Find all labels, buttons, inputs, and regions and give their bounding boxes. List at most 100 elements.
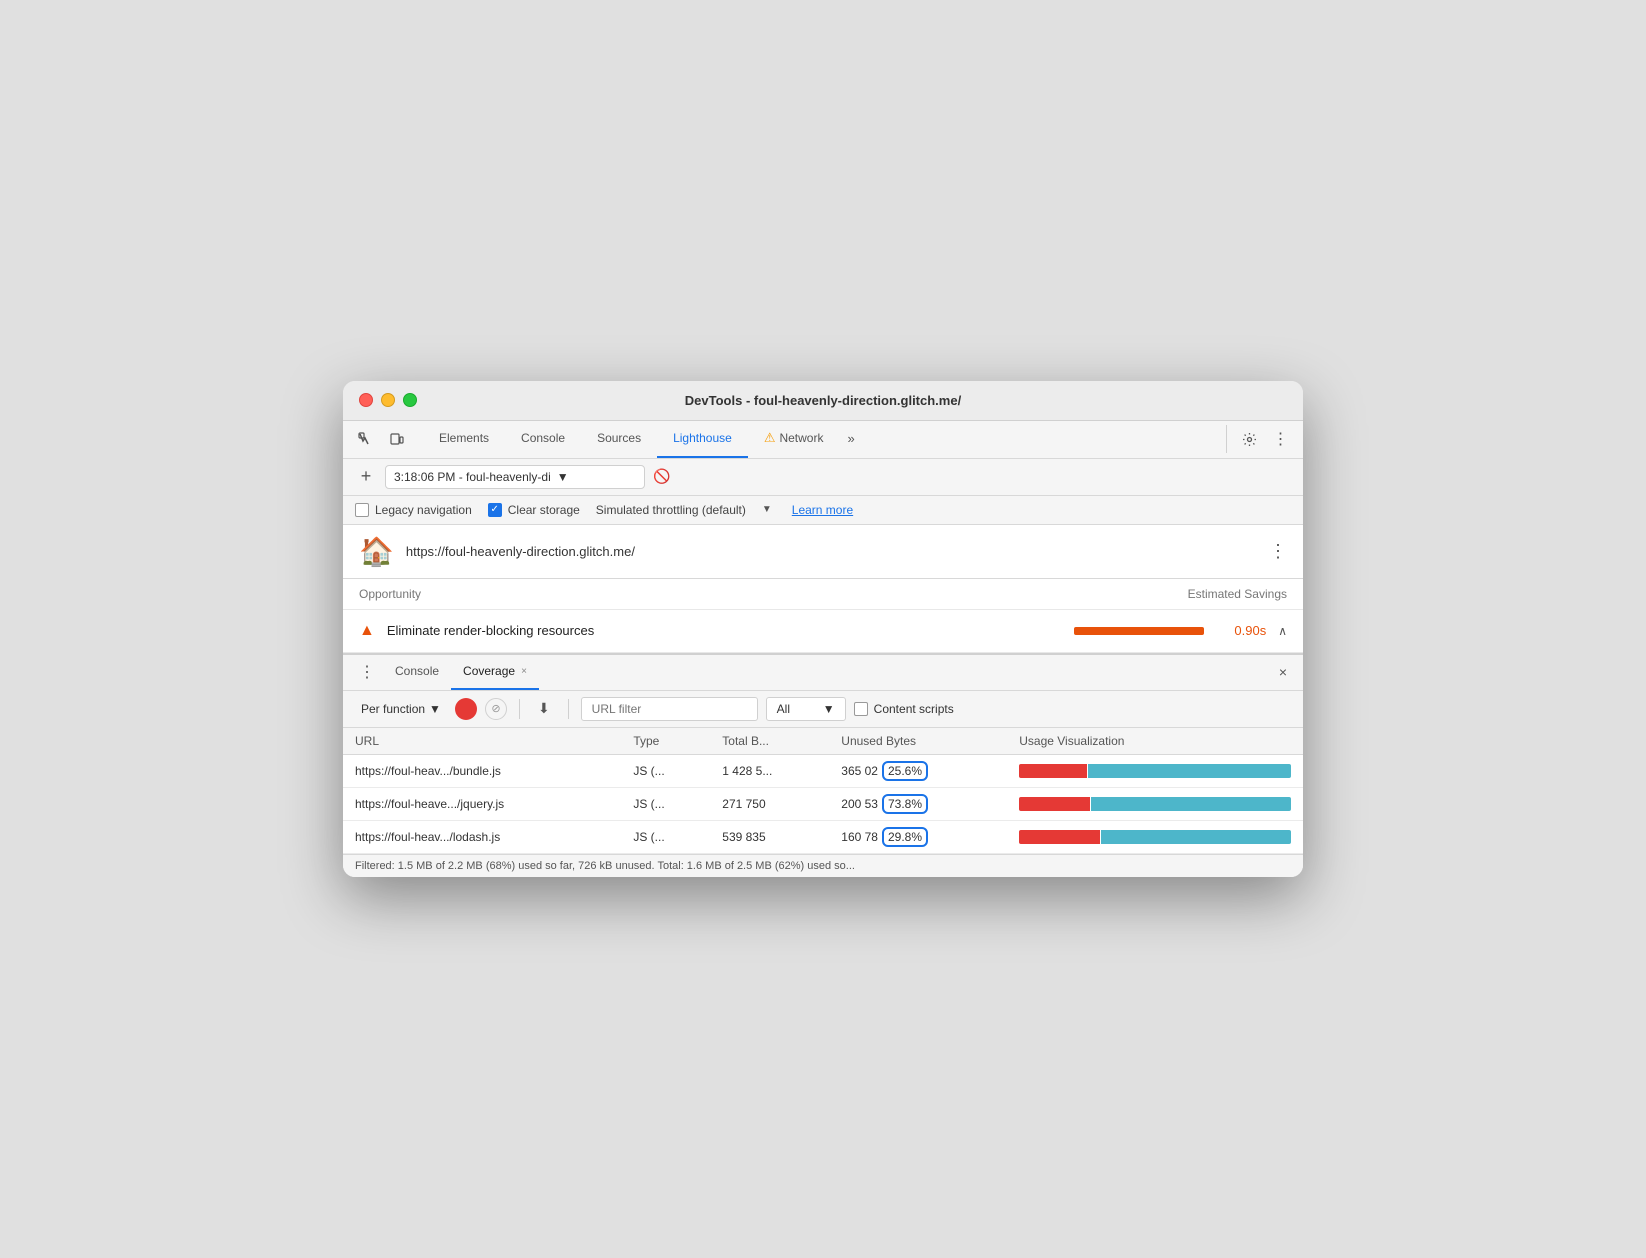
lighthouse-more-button[interactable]: ⋮ <box>1269 541 1287 562</box>
add-button[interactable]: + <box>355 466 377 487</box>
tab-sources[interactable]: Sources <box>581 421 657 458</box>
more-tabs-button[interactable]: » <box>839 421 862 458</box>
table-header: URL Type Total B... Unused Bytes Usage V… <box>343 728 1303 755</box>
cell-unused: 200 53 73.8% <box>829 788 1007 821</box>
opportunity-title: Eliminate render-blocking resources <box>387 623 1062 638</box>
unused-pct-value: 25.6% <box>882 761 928 781</box>
panel-tabs-bar: ⋮ Console Coverage × × <box>343 655 1303 691</box>
table-row[interactable]: https://foul-heave.../jquery.jsJS (...27… <box>343 788 1303 821</box>
cell-url: https://foul-heave.../jquery.js <box>343 788 621 821</box>
cell-total: 271 750 <box>710 788 829 821</box>
url-filter-input[interactable] <box>581 697 758 721</box>
network-tab-with-warning: ⚠ Network <box>764 430 824 446</box>
nav-tabs: Elements Console Sources Lighthouse ⚠ Ne… <box>415 421 1222 458</box>
col-unused: Unused Bytes <box>829 728 1007 755</box>
cell-total: 539 835 <box>710 821 829 854</box>
dropdown-arrow-icon[interactable]: ▼ <box>557 470 569 484</box>
separator <box>519 699 520 719</box>
table-row[interactable]: https://foul-heav.../lodash.jsJS (...539… <box>343 821 1303 854</box>
tab-elements[interactable]: Elements <box>423 421 505 458</box>
lighthouse-url-bar: 🏠 https://foul-heavenly-direction.glitch… <box>343 525 1303 579</box>
device-icon[interactable] <box>383 425 411 453</box>
table-row[interactable]: https://foul-heav.../bundle.jsJS (...1 4… <box>343 754 1303 788</box>
content-scripts-checkbox[interactable]: Content scripts <box>854 702 954 716</box>
unused-pct-value: 73.8% <box>882 794 928 814</box>
cell-type: JS (... <box>621 788 710 821</box>
unused-pct-value: 29.8% <box>882 827 928 847</box>
opportunity-label: Opportunity <box>359 587 421 601</box>
inspect-icon[interactable] <box>351 425 379 453</box>
panel-dots-icon[interactable]: ⋮ <box>351 662 383 682</box>
more-options-icon[interactable]: ⋮ <box>1267 425 1295 453</box>
lighthouse-icon: 🏠 <box>359 535 394 568</box>
minimize-button[interactable] <box>381 393 395 407</box>
col-type: Type <box>621 728 710 755</box>
window-title: DevTools - foul-heavenly-direction.glitc… <box>685 393 961 408</box>
clear-storage-label: Clear storage <box>508 503 580 517</box>
opportunity-time: 0.90s <box>1216 623 1266 638</box>
usage-bar <box>1019 797 1291 811</box>
panel-tab-coverage[interactable]: Coverage × <box>451 655 539 690</box>
traffic-lights <box>359 393 417 407</box>
simulated-throttling-label: Simulated throttling (default) <box>596 503 746 517</box>
learn-more-link[interactable]: Learn more <box>792 503 853 517</box>
settings-icon[interactable] <box>1235 425 1263 453</box>
url-input[interactable]: 3:18:06 PM - foul-heavenly-di ▼ <box>385 465 645 489</box>
col-total: Total B... <box>710 728 829 755</box>
coverage-table: URL Type Total B... Unused Bytes Usage V… <box>343 728 1303 855</box>
per-function-dropdown[interactable]: Per function ▼ <box>355 699 447 719</box>
all-dropdown-arrow-icon: ▼ <box>823 702 835 716</box>
usage-bar <box>1019 830 1291 844</box>
close-button[interactable] <box>359 393 373 407</box>
cell-total: 1 428 5... <box>710 754 829 788</box>
coverage-toolbar: Per function ▼ ⊘ ⬇ All ▼ Content scripts <box>343 691 1303 728</box>
cell-type: JS (... <box>621 754 710 788</box>
opportunity-header: Opportunity Estimated Savings <box>343 579 1303 610</box>
content-scripts-label: Content scripts <box>874 702 954 716</box>
maximize-button[interactable] <box>403 393 417 407</box>
cell-unused: 365 02 25.6% <box>829 755 1007 788</box>
status-text: Filtered: 1.5 MB of 2.2 MB (68%) used so… <box>355 860 855 872</box>
toolbar-right: ⋮ <box>1226 425 1295 453</box>
url-text: 3:18:06 PM - foul-heavenly-di <box>394 470 551 484</box>
cancel-recording-button[interactable]: ⊘ <box>485 698 507 720</box>
coverage-tab-close-icon[interactable]: × <box>521 666 527 677</box>
opportunity-savings-bar <box>1074 627 1204 635</box>
estimated-savings-label: Estimated Savings <box>1188 587 1287 601</box>
all-label: All <box>777 702 790 716</box>
all-dropdown[interactable]: All ▼ <box>766 697 846 721</box>
warning-triangle-icon: ▲ <box>359 622 375 640</box>
cell-url: https://foul-heav.../bundle.js <box>343 754 621 788</box>
cell-viz <box>1007 788 1303 821</box>
unused-bytes-value: 160 78 <box>841 830 878 844</box>
cell-type: JS (... <box>621 821 710 854</box>
opportunity-row[interactable]: ▲ Eliminate render-blocking resources 0.… <box>343 610 1303 653</box>
tab-network[interactable]: ⚠ Network <box>748 421 840 458</box>
panel-tab-console[interactable]: Console <box>383 655 451 690</box>
devtools-window: DevTools - foul-heavenly-direction.glitc… <box>343 381 1303 878</box>
coverage-panel: ⋮ Console Coverage × × Per function ▼ ⊘ … <box>343 653 1303 878</box>
legacy-nav-checkbox[interactable]: Legacy navigation <box>355 503 472 517</box>
opportunity-chevron-icon[interactable]: ∧ <box>1278 624 1287 638</box>
clear-storage-cb-checked[interactable]: ✓ <box>488 503 502 517</box>
content-scripts-cb[interactable] <box>854 702 868 716</box>
panel-close-button[interactable]: × <box>1271 664 1295 680</box>
no-entry-icon[interactable]: 🚫 <box>653 468 670 485</box>
warning-icon: ⚠ <box>764 430 776 446</box>
options-bar: Legacy navigation ✓ Clear storage Simula… <box>343 496 1303 525</box>
col-url: URL <box>343 728 621 755</box>
download-button[interactable]: ⬇ <box>532 698 556 719</box>
legacy-nav-cb-unchecked[interactable] <box>355 503 369 517</box>
tab-console[interactable]: Console <box>505 421 581 458</box>
tab-lighthouse[interactable]: Lighthouse <box>657 421 748 458</box>
legacy-nav-label: Legacy navigation <box>375 503 472 517</box>
throttling-dropdown-arrow[interactable]: ▼ <box>762 504 772 515</box>
per-function-label: Per function <box>361 702 425 716</box>
coverage-tbody: https://foul-heav.../bundle.jsJS (...1 4… <box>343 754 1303 854</box>
record-button[interactable] <box>455 698 477 720</box>
unused-bytes-value: 365 02 <box>841 764 878 778</box>
cell-url: https://foul-heav.../lodash.js <box>343 821 621 854</box>
unused-bytes-value: 200 53 <box>841 797 878 811</box>
lighthouse-url-text: https://foul-heavenly-direction.glitch.m… <box>406 544 1257 559</box>
clear-storage-checkbox[interactable]: ✓ Clear storage <box>488 503 580 517</box>
